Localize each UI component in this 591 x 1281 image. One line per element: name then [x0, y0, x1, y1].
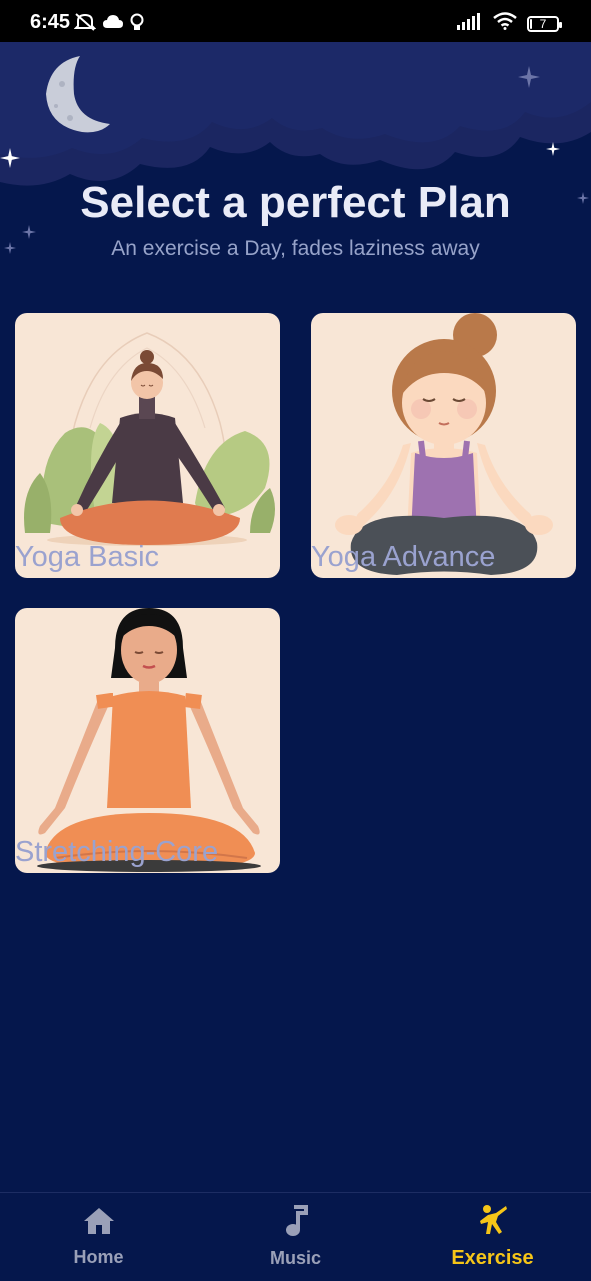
yoga-advance-illustration — [335, 313, 553, 575]
plan-card-yoga-basic[interactable]: Yoga Basic — [15, 313, 280, 578]
page-subtitle: An exercise a Day, fades laziness away — [111, 237, 480, 260]
nav-label-exercise: Exercise — [451, 1247, 534, 1269]
battery-level: 7 — [539, 16, 547, 31]
plan-card-yoga-advance[interactable]: Yoga Advance — [311, 313, 576, 578]
bulb-icon — [130, 13, 144, 36]
yoga-basic-illustration — [24, 332, 275, 546]
status-time: 6:45 — [30, 11, 71, 33]
plan-card-label: Stretching-Core — [15, 836, 219, 868]
plan-card-stretching-core[interactable]: Stretching-Core — [15, 608, 280, 873]
cloud-icon — [102, 14, 124, 35]
home-icon — [83, 1206, 115, 1241]
plan-card-label: Yoga Basic — [15, 541, 160, 573]
bottom-navigation: Home Music Exercise — [0, 1192, 591, 1281]
signal-icon — [457, 12, 483, 35]
music-note-icon — [284, 1205, 308, 1242]
nav-label-home: Home — [73, 1247, 124, 1267]
exercise-icon — [478, 1204, 508, 1241]
star-icon — [546, 142, 560, 161]
wifi-icon — [493, 12, 517, 35]
status-bar: 6:45 7 — [0, 0, 591, 42]
nav-item-home[interactable]: Home — [0, 1193, 197, 1281]
plan-card-label: Yoga Advance — [311, 541, 496, 573]
star-icon — [0, 148, 20, 173]
nav-item-music[interactable]: Music — [197, 1193, 394, 1281]
page-title: Select a perfect Plan — [80, 178, 511, 227]
nav-item-exercise[interactable]: Exercise — [394, 1193, 591, 1281]
mute-icon — [73, 12, 97, 37]
nav-label-music: Music — [269, 1248, 321, 1268]
moon-icon — [40, 54, 112, 139]
battery-icon: 7 — [527, 15, 562, 32]
stretching-core-illustration — [37, 608, 261, 872]
star-icon — [518, 66, 540, 93]
